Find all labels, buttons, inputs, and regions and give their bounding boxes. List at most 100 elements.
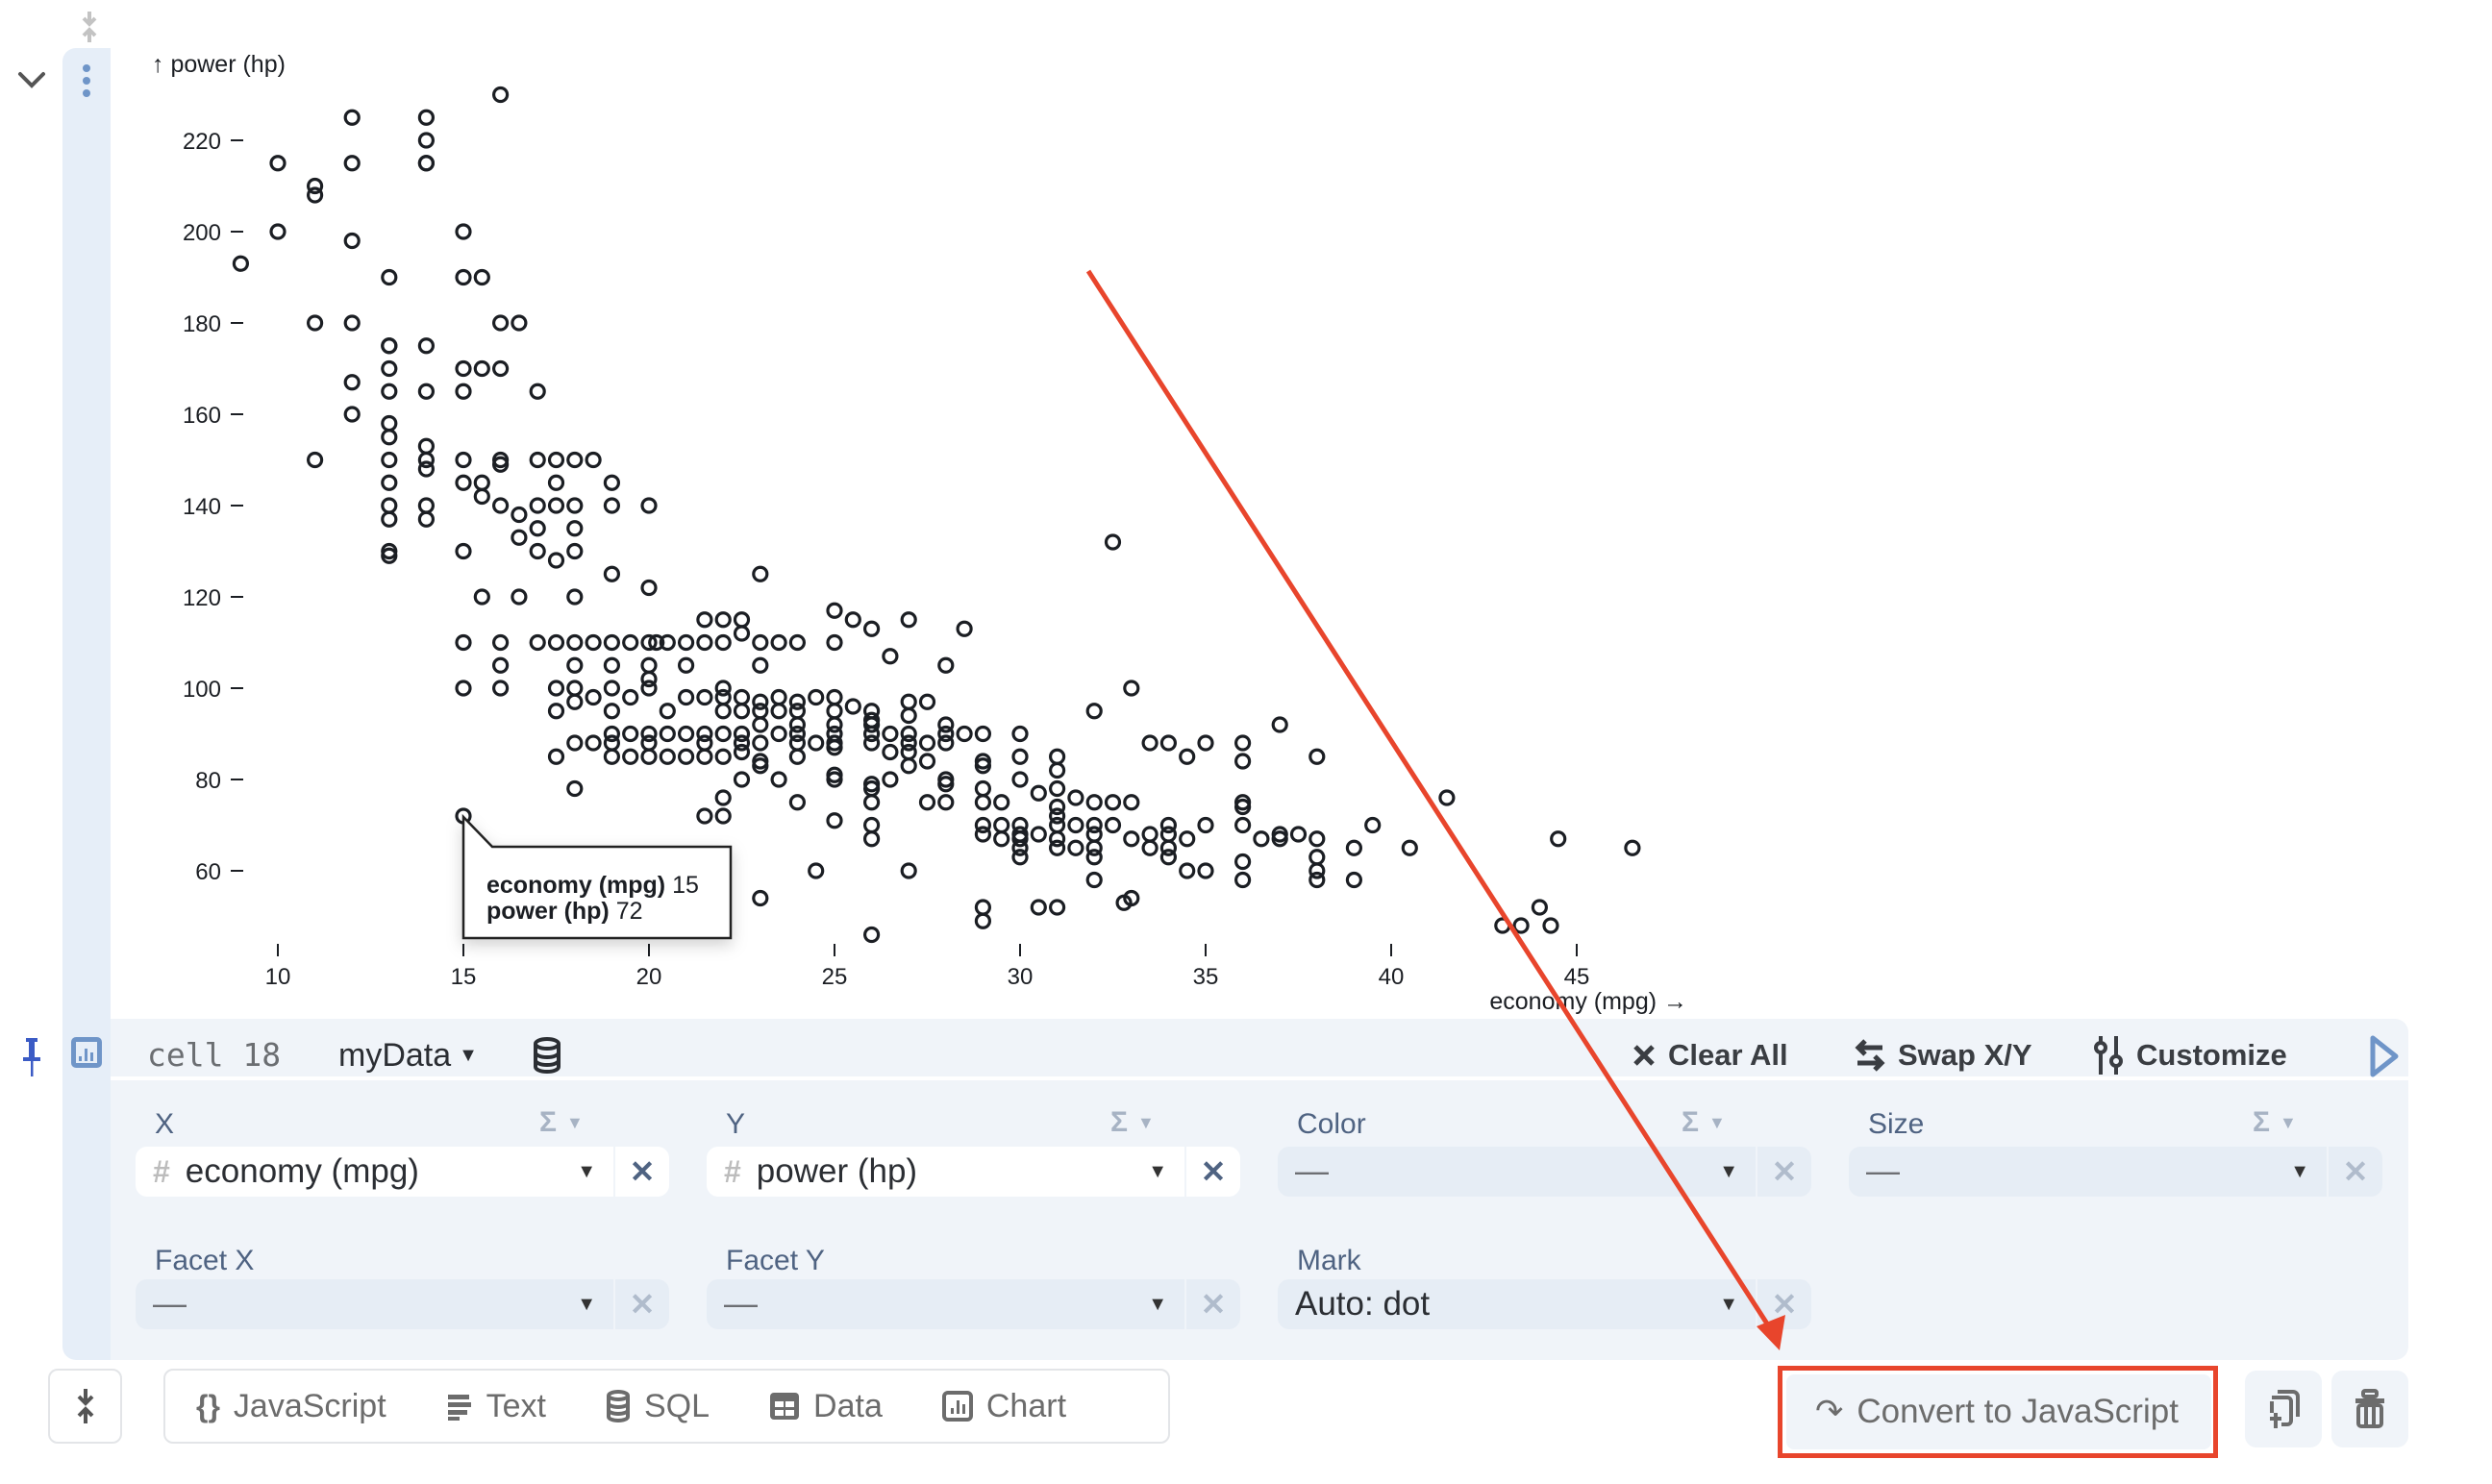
data-point[interactable] <box>714 748 732 765</box>
data-point[interactable] <box>566 497 584 514</box>
data-point[interactable] <box>659 703 676 720</box>
data-point[interactable] <box>491 314 510 332</box>
data-point[interactable] <box>1401 839 1418 856</box>
data-point[interactable] <box>659 725 676 743</box>
data-point[interactable] <box>1048 816 1066 834</box>
data-point[interactable] <box>473 474 490 491</box>
data-point[interactable] <box>1345 871 1363 889</box>
data-point[interactable] <box>455 474 472 491</box>
data-point[interactable] <box>1159 734 1178 752</box>
data-point[interactable] <box>1141 826 1159 843</box>
data-point[interactable] <box>882 648 899 665</box>
data-point[interactable] <box>1197 862 1214 879</box>
data-point[interactable] <box>381 474 398 491</box>
data-point[interactable] <box>937 794 955 811</box>
data-point[interactable] <box>491 497 510 514</box>
data-point[interactable] <box>1289 826 1308 843</box>
data-point[interactable] <box>381 383 398 400</box>
cell-menu-icon[interactable] <box>79 63 94 102</box>
data-point[interactable] <box>918 794 936 811</box>
data-point[interactable] <box>381 359 398 378</box>
data-point[interactable] <box>622 633 639 652</box>
data-point[interactable] <box>733 743 751 761</box>
data-point[interactable] <box>993 794 1010 811</box>
data-point[interactable] <box>974 912 992 929</box>
data-point[interactable] <box>974 794 992 811</box>
data-point[interactable] <box>862 734 881 752</box>
field-select-y[interactable]: # power (hp) ▼ <box>707 1147 1184 1197</box>
data-point[interactable] <box>714 789 732 806</box>
delete-button[interactable] <box>2331 1371 2408 1447</box>
data-point[interactable] <box>381 429 398 446</box>
data-point[interactable] <box>417 497 435 514</box>
swap-xy-button[interactable]: Swap X/Y <box>1854 1034 2032 1076</box>
field-select-facet-x[interactable]: — ▼ <box>136 1279 613 1329</box>
data-point[interactable] <box>808 862 825 879</box>
data-point[interactable] <box>1048 779 1066 798</box>
data-point[interactable] <box>381 497 398 514</box>
data-point[interactable] <box>622 688 639 706</box>
data-point[interactable] <box>529 451 546 469</box>
data-point[interactable] <box>455 359 472 378</box>
data-point[interactable] <box>826 812 843 829</box>
data-point[interactable] <box>640 734 658 752</box>
data-point[interactable] <box>1048 899 1066 916</box>
data-point[interactable] <box>603 656 621 674</box>
data-point[interactable] <box>882 771 899 788</box>
data-point[interactable] <box>1179 830 1196 848</box>
data-point[interactable] <box>381 268 398 286</box>
data-point[interactable] <box>993 816 1010 834</box>
data-point[interactable] <box>714 725 732 743</box>
data-point[interactable] <box>918 693 936 710</box>
data-point[interactable] <box>956 620 973 637</box>
data-point[interactable] <box>1085 871 1103 889</box>
data-point[interactable] <box>733 771 751 788</box>
data-point[interactable] <box>862 794 881 811</box>
field-select-x[interactable]: # economy (mpg) ▼ <box>136 1147 613 1197</box>
dataset-select[interactable]: myData ▼ <box>338 1036 478 1075</box>
data-point[interactable] <box>1197 734 1214 752</box>
data-point[interactable] <box>1542 917 1559 934</box>
data-point[interactable] <box>900 743 917 761</box>
data-point[interactable] <box>417 460 435 478</box>
data-point[interactable] <box>566 542 584 560</box>
data-point[interactable] <box>547 703 565 720</box>
data-point[interactable] <box>585 451 602 469</box>
data-point[interactable] <box>473 268 490 286</box>
data-point[interactable] <box>733 688 751 706</box>
data-point[interactable] <box>1085 703 1103 720</box>
data-point[interactable] <box>862 620 881 637</box>
database-icon[interactable] <box>532 1036 562 1075</box>
data-point[interactable] <box>343 232 361 250</box>
data-point[interactable] <box>900 757 917 775</box>
data-point[interactable] <box>826 703 843 720</box>
clear-field-button[interactable]: ✕ <box>613 1279 669 1329</box>
data-point[interactable] <box>603 633 621 652</box>
data-point[interactable] <box>900 693 917 710</box>
clear-all-button[interactable]: Clear All <box>1632 1034 1788 1076</box>
data-point[interactable] <box>937 734 955 752</box>
data-point[interactable] <box>733 611 751 629</box>
data-point[interactable] <box>1104 533 1122 551</box>
data-point[interactable] <box>585 633 602 652</box>
data-point[interactable] <box>1531 899 1549 916</box>
run-icon[interactable] <box>2367 1034 2402 1078</box>
data-point[interactable] <box>547 633 565 652</box>
data-point[interactable] <box>640 656 658 674</box>
data-point[interactable] <box>788 748 807 765</box>
data-point[interactable] <box>417 337 435 355</box>
data-point[interactable] <box>1159 826 1178 843</box>
data-point[interactable] <box>491 359 510 378</box>
add-sql-cell-button[interactable]: SQL <box>606 1388 710 1425</box>
data-point[interactable] <box>566 451 584 469</box>
data-point[interactable] <box>511 506 528 524</box>
data-point[interactable] <box>1234 734 1252 752</box>
customize-button[interactable]: Customize <box>2092 1034 2287 1076</box>
data-point[interactable] <box>529 633 546 652</box>
data-point[interactable] <box>1067 839 1084 856</box>
pin-icon[interactable] <box>19 1036 44 1078</box>
data-point[interactable] <box>770 771 787 788</box>
chevron-down-icon[interactable] <box>17 65 46 94</box>
data-point[interactable] <box>417 510 435 528</box>
field-select-color[interactable]: — ▼ <box>1278 1147 1756 1197</box>
